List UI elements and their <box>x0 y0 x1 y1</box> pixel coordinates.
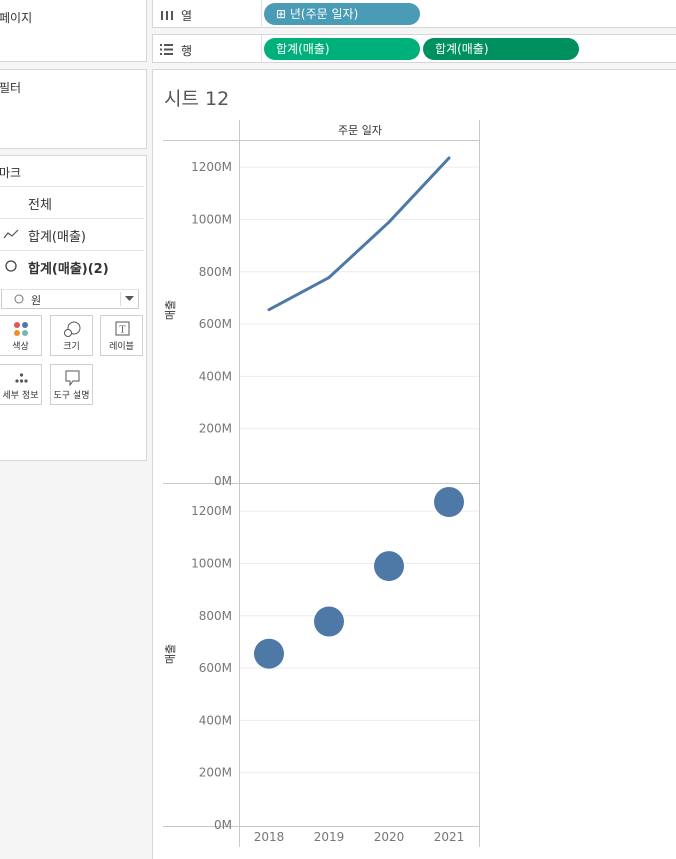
y-tick-label: 1200M <box>191 504 232 518</box>
y-tick-label: 400M <box>199 369 232 383</box>
y-tick-label: 0M <box>214 818 232 832</box>
y-axis-title-top: 매출 <box>164 300 177 320</box>
y-tick-label: 800M <box>199 265 232 279</box>
y-tick-label: 1000M <box>191 556 232 570</box>
y-tick-label: 1000M <box>191 212 232 226</box>
y-tick-label: 200M <box>199 422 232 436</box>
y-tick-label: 1200M <box>191 160 232 174</box>
x-tick-label: 2018 <box>254 830 285 844</box>
y-tick-label: 0M <box>214 474 232 488</box>
y-tick-label: 600M <box>199 661 232 675</box>
x-tick-label: 2020 <box>374 830 405 844</box>
line-pane: 0M 200M 400M 600M 800M 1000M 1200M <box>191 156 479 488</box>
column-header: 주문 일자 <box>338 123 382 137</box>
y-tick-label: 200M <box>199 766 232 780</box>
data-point <box>374 551 404 582</box>
line-segment <box>267 276 331 312</box>
y-tick-label: 800M <box>199 609 232 623</box>
y-tick-label: 400M <box>199 713 232 727</box>
x-tick-label: 2019 <box>314 830 345 844</box>
y-axis-title-bottom: 매출 <box>164 644 177 664</box>
x-tick-label: 2021 <box>434 830 465 844</box>
y-tick-label: 600M <box>199 317 232 331</box>
circle-pane: 0M 200M 400M 600M 800M 1000M 1200M <box>191 487 479 832</box>
line-segment <box>327 220 391 280</box>
chart-area: 주문 일자 매출 매출 0M 200M 400M 600M 800M 1000M 1200M… <box>163 120 480 847</box>
data-point <box>254 638 284 669</box>
x-axis: 2018 2019 2020 2021 <box>254 830 465 844</box>
data-point <box>434 487 464 517</box>
data-point <box>314 606 344 637</box>
